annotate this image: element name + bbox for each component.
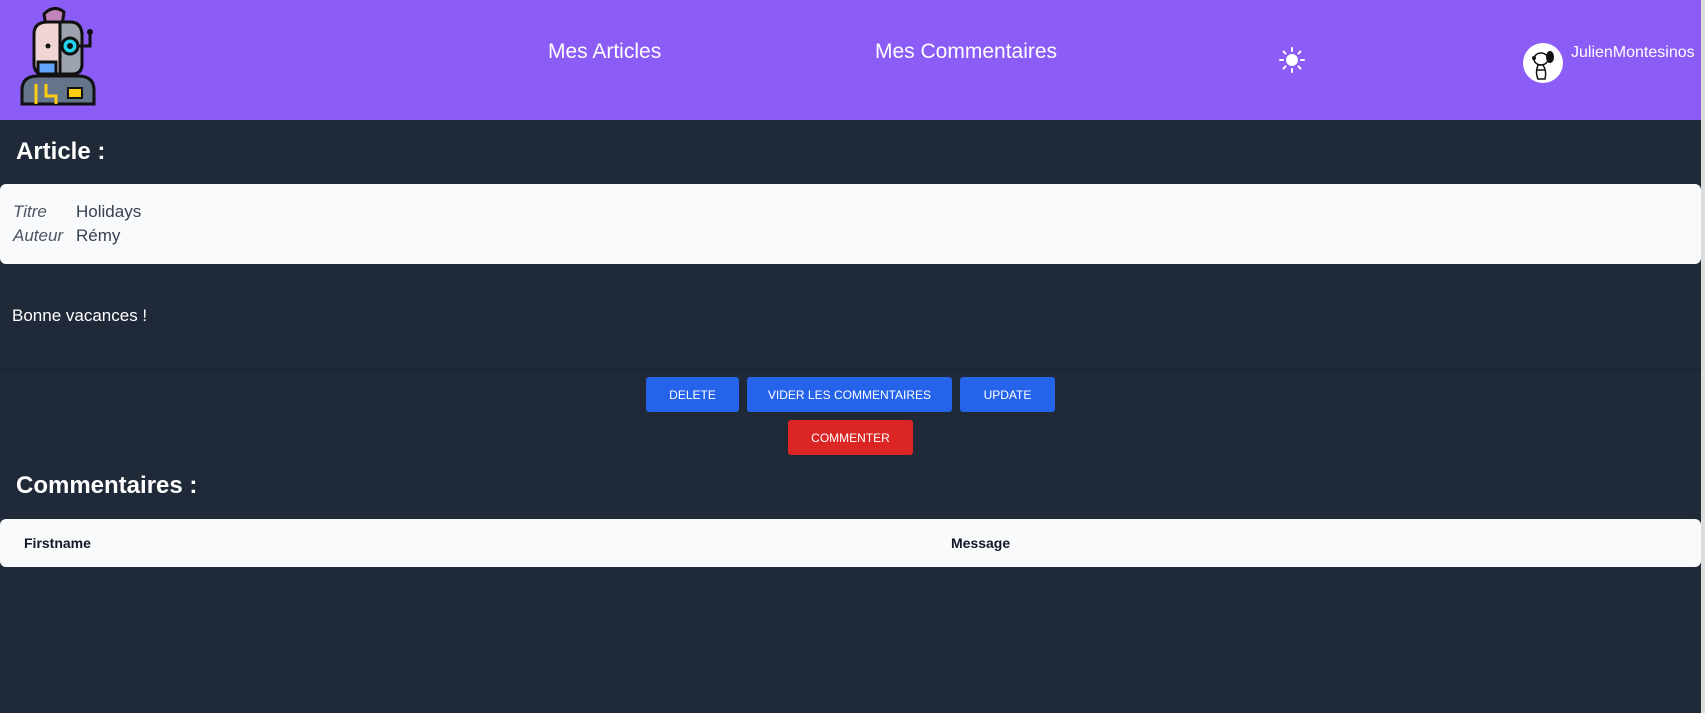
- article-heading: Article :: [16, 138, 106, 165]
- clear-comments-button[interactable]: VIDER LES COMMENTAIRES: [747, 377, 952, 412]
- user-name[interactable]: JulienMontesinos: [1571, 44, 1695, 62]
- title-label: Titre: [13, 202, 47, 221]
- column-header-firstname: Firstname: [24, 535, 91, 551]
- column-header-message: Message: [951, 535, 1011, 551]
- delete-button[interactable]: DELETE: [646, 377, 739, 412]
- update-button[interactable]: UPDATE: [960, 377, 1055, 412]
- comment-button[interactable]: COMMENTER: [788, 420, 913, 455]
- sun-icon[interactable]: [1278, 46, 1306, 74]
- author-value: Rémy: [76, 226, 121, 245]
- article-body: Bonne vacances !: [12, 306, 148, 325]
- divider: [0, 369, 1701, 370]
- nav-link-mes-articles[interactable]: Mes Articles: [548, 40, 661, 64]
- article-author-row: Auteur Rémy: [13, 226, 120, 246]
- top-navbar: Mes Articles Mes Commentaires JulienMont…: [0, 0, 1701, 120]
- comments-table: Firstname Message: [0, 519, 1701, 567]
- nav-link-mes-commentaires[interactable]: Mes Commentaires: [875, 40, 1057, 64]
- comments-heading: Commentaires :: [16, 472, 198, 499]
- window-edge: [1701, 0, 1705, 713]
- robot-logo-icon[interactable]: [16, 4, 102, 108]
- author-label: Auteur: [13, 226, 64, 245]
- article-title-row: Titre Holidays: [13, 202, 141, 222]
- snoopy-avatar-icon[interactable]: [1523, 43, 1563, 83]
- article-meta-card: Titre Holidays Auteur Rémy: [0, 184, 1701, 264]
- title-value: Holidays: [76, 202, 142, 221]
